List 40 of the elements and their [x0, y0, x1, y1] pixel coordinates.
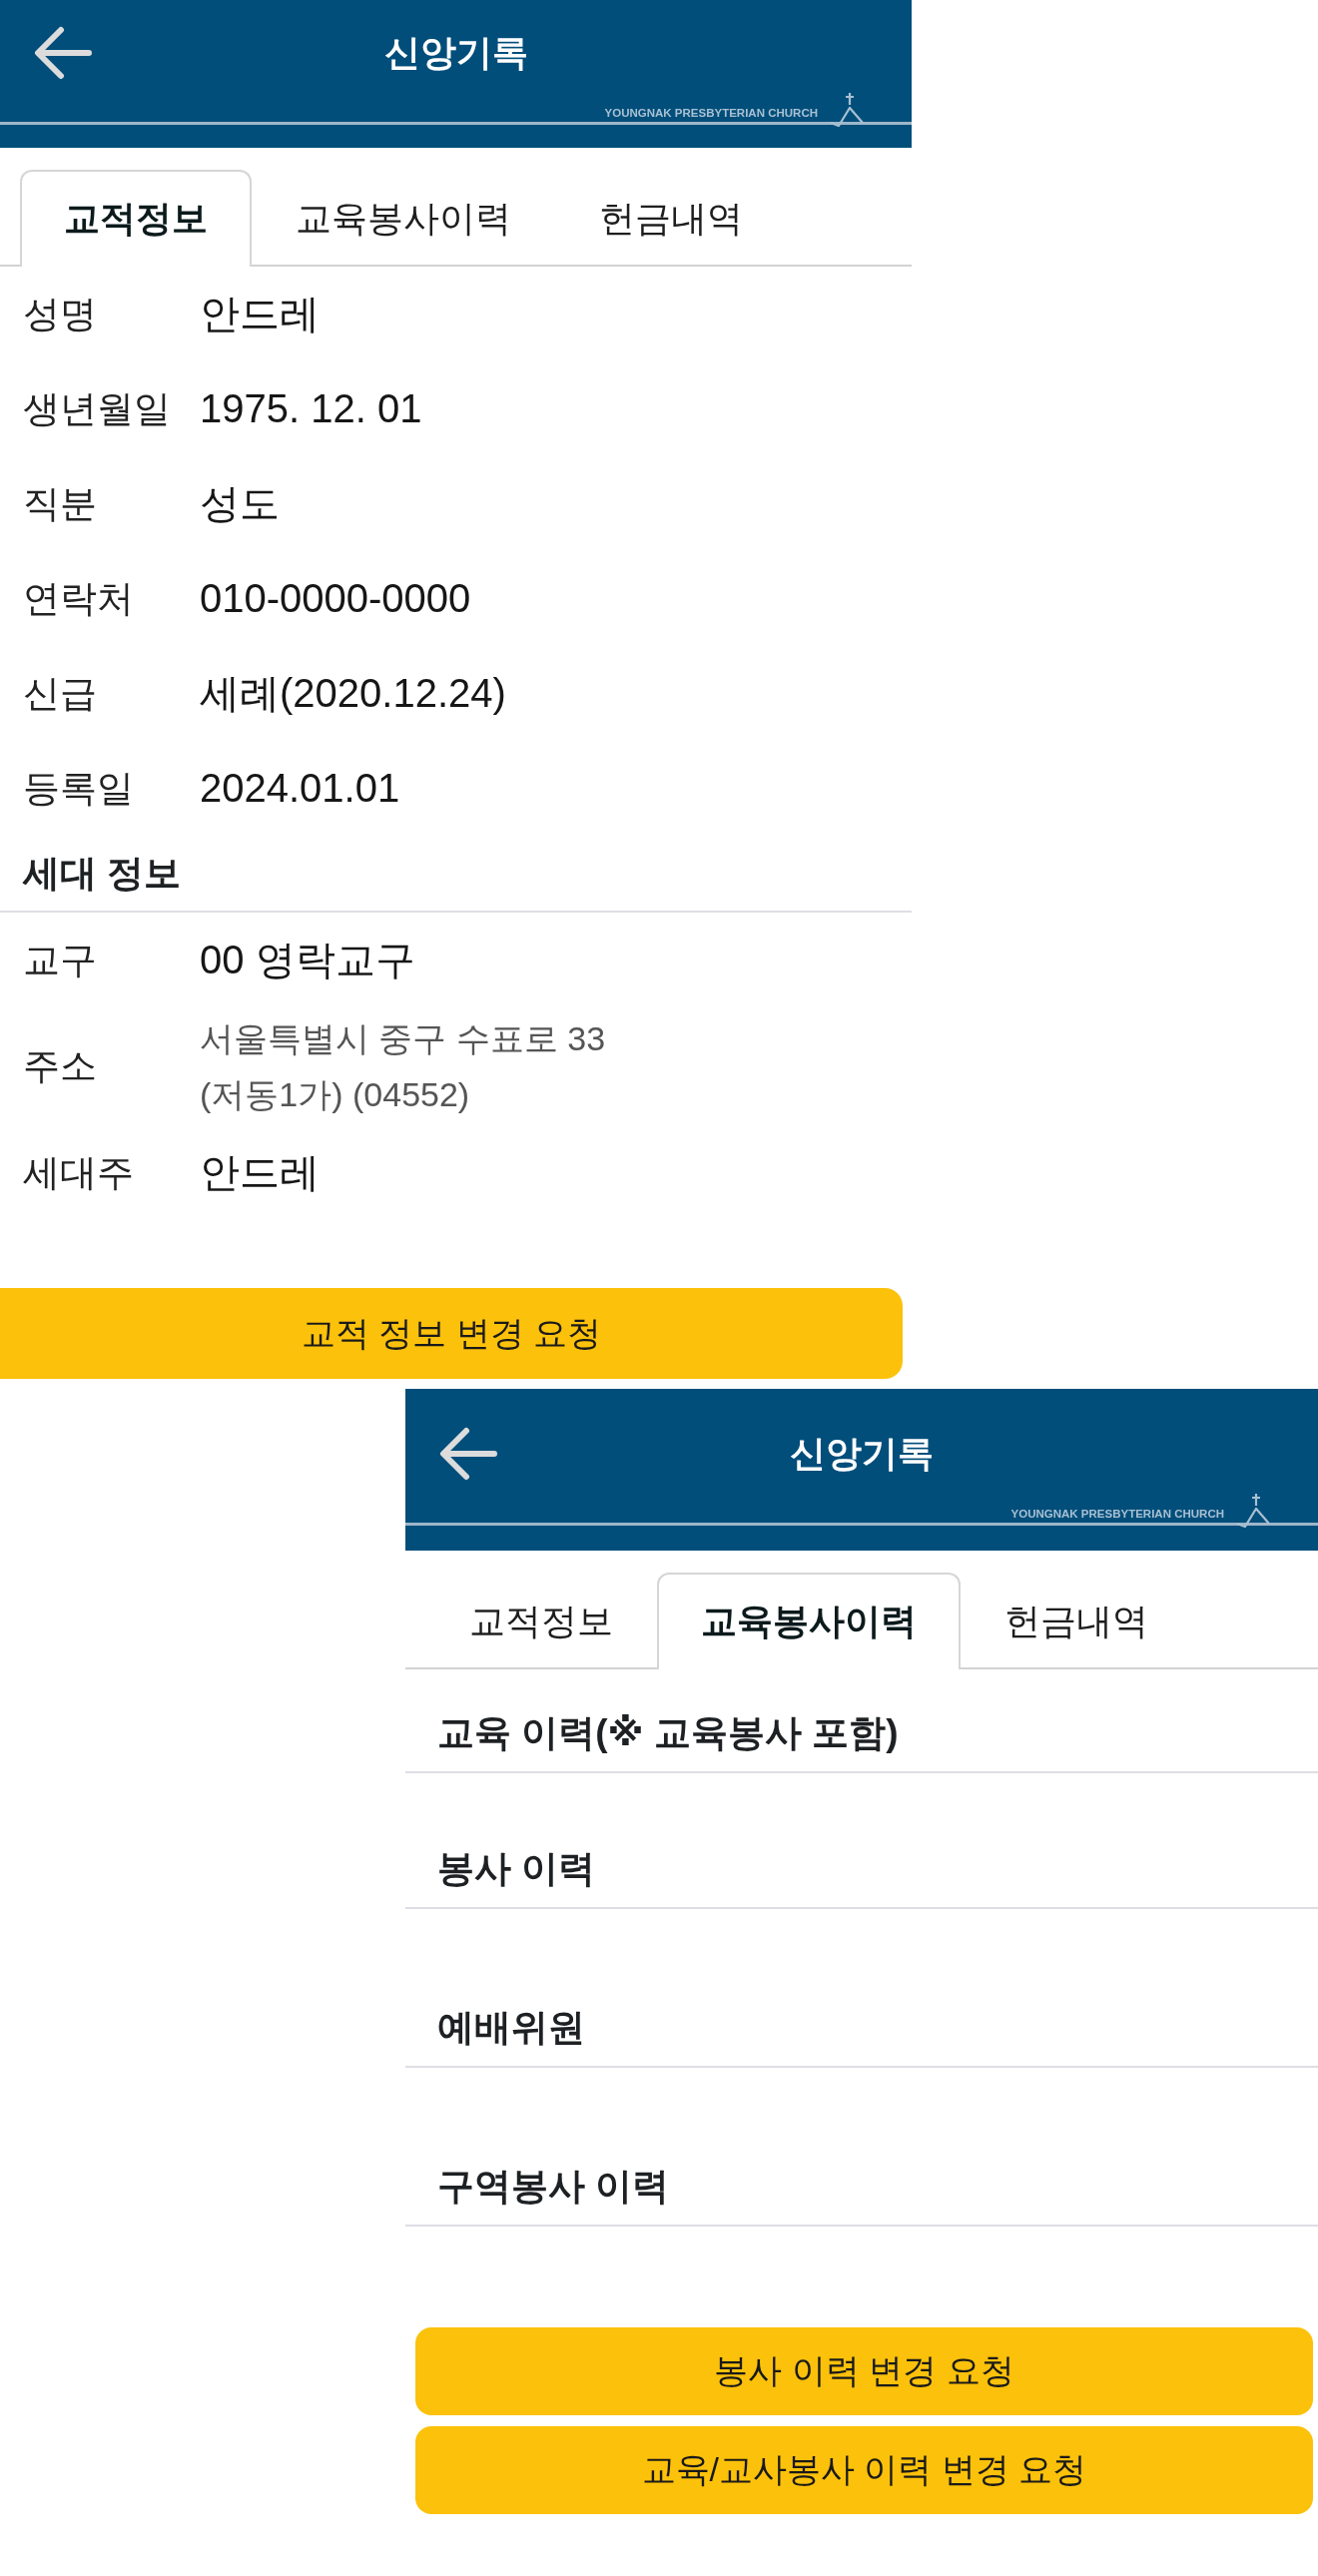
arrow-left-icon [438, 1427, 498, 1481]
address-value: 서울특별시 중구 수표로 33 (저동1가) (04552) [200, 1018, 606, 1115]
field-label: 신급 [23, 671, 98, 716]
field-label: 성명 [23, 292, 98, 336]
field-value: 안드레 [200, 1149, 320, 1196]
field-value: 1975. 12. 01 [200, 386, 422, 431]
tab[interactable]: 교육봉사이력 [657, 1573, 961, 1669]
section-heading: 봉사 이력 [437, 1847, 596, 1891]
field-label: 생년월일 [23, 386, 172, 431]
section-heading: 세대 정보 [23, 851, 182, 896]
tab[interactable]: 교적정보 [425, 1573, 657, 1669]
field-label: 세대주 [23, 1150, 135, 1195]
field-label: 직분 [23, 481, 98, 526]
page-title: 신앙기록 [790, 1431, 934, 1476]
back-button[interactable] [438, 1427, 498, 1481]
tab[interactable]: 교적정보 [20, 170, 252, 267]
back-button[interactable] [33, 26, 93, 80]
field-value: 00 영락교구 [200, 937, 415, 983]
arrow-left-icon [33, 26, 93, 80]
change-request-button[interactable]: 교적 정보 변경 요청 [0, 1288, 903, 1379]
field-value: 안드레 [200, 291, 320, 337]
tab[interactable]: 헌금내역 [555, 170, 787, 267]
field-value: 성도 [200, 480, 280, 527]
field-value: 2024.01.01 [200, 766, 400, 811]
tab[interactable]: 헌금내역 [961, 1573, 1192, 1669]
section-heading: 구역봉사 이력 [437, 2165, 670, 2209]
field-label: 등록일 [23, 766, 135, 811]
change-request-button[interactable]: 교육/교사봉사 이력 변경 요청 [415, 2426, 1313, 2514]
field-value: 세례(2020.12.24) [200, 670, 506, 717]
field-value: 010-0000-0000 [200, 576, 471, 621]
field-label: 주소 [23, 1044, 98, 1088]
field-label: 연락처 [23, 576, 135, 621]
change-request-button[interactable]: 봉사 이력 변경 요청 [415, 2327, 1313, 2415]
field-label: 교구 [23, 938, 98, 982]
section-heading: 교육 이력(※ 교육봉사 포함) [437, 1711, 899, 1755]
tab[interactable]: 교육봉사이력 [252, 170, 555, 267]
page-title: 신앙기록 [383, 30, 528, 75]
church-wordmark: YOUNGNAK PRESBYTERIAN CHURCH [1010, 1508, 1224, 1520]
section-heading: 예배위원 [437, 2006, 585, 2050]
church-wordmark: YOUNGNAK PRESBYTERIAN CHURCH [604, 107, 818, 119]
